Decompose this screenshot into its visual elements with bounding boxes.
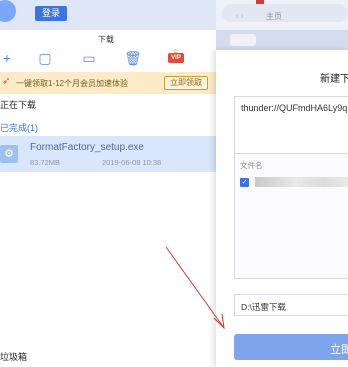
file-size: 83.72MB: [30, 158, 61, 167]
save-path-input[interactable]: D:\迅雷下载: [234, 294, 348, 316]
title-bar: 登录: [0, 0, 216, 30]
nav-downloading[interactable]: 正在下载: [0, 98, 36, 111]
download-panel: 登录 下载 + ▢ ▭ 🗑 ♛ VIP ➶ 一键领取1-12个月会员加速体验 立…: [0, 0, 216, 367]
vip-button[interactable]: VIP: [168, 53, 184, 63]
list-item[interactable]: ⚙ FormatFactory_setup.exe 83.72MB 2019-0…: [0, 136, 216, 172]
plus-icon[interactable]: +: [0, 51, 14, 65]
file-date: 2019-06-08 10:38: [102, 158, 162, 167]
nav-trash[interactable]: 垃圾箱: [0, 350, 27, 363]
file-list: 文件名 ✓: [234, 153, 348, 279]
folder-icon[interactable]: ▭: [82, 51, 96, 65]
url-text: thunder://QUFmdHA6Ly9q: [241, 103, 348, 113]
promo-text: 一键领取1-12个月会员加速体验: [16, 79, 129, 88]
dialog-title: 新建下: [320, 74, 348, 85]
address-bar[interactable]: ‹ › 主页: [222, 4, 348, 22]
download-now-label: 立即: [330, 344, 348, 356]
app-logo-icon: [0, 0, 16, 22]
claim-button[interactable]: 立即领取: [164, 76, 208, 90]
browser-bar: ‹ › 主页: [216, 0, 348, 30]
home-tab[interactable]: 主页: [266, 11, 282, 22]
browser-tab-strip: [216, 30, 348, 50]
browser-tab[interactable]: [230, 34, 256, 46]
download-now-button[interactable]: 立即: [234, 334, 348, 360]
file-name: FormatFactory_setup.exe: [30, 142, 144, 153]
file-icon[interactable]: ▢: [38, 51, 52, 65]
file-name-header: 文件名: [240, 161, 263, 170]
nav-arrows-icon[interactable]: ‹ ›: [236, 11, 244, 20]
save-path-text: D:\迅雷下载: [241, 302, 286, 312]
new-download-dialog: 新建下 thunder://QUFmdHA6Ly9q 文件名 ✓ D:\迅雷下载…: [216, 50, 348, 367]
promo-banner: ➶ 一键领取1-12个月会员加速体验 立即领取: [0, 72, 216, 94]
nav-completed[interactable]: 已完成(1): [0, 121, 38, 134]
blurred-file-name: [255, 177, 348, 187]
trash-icon[interactable]: 🗑: [124, 51, 142, 65]
tab-download[interactable]: 下载: [98, 34, 114, 45]
tab-bar: 下载: [0, 30, 216, 48]
login-button[interactable]: 登录: [35, 6, 67, 21]
file-checkbox[interactable]: ✓: [240, 178, 249, 187]
rocket-icon: ➶: [2, 76, 11, 87]
toolbar: + ▢ ▭ 🗑 ♛ VIP: [0, 48, 216, 70]
exe-file-icon: ⚙: [0, 145, 18, 163]
